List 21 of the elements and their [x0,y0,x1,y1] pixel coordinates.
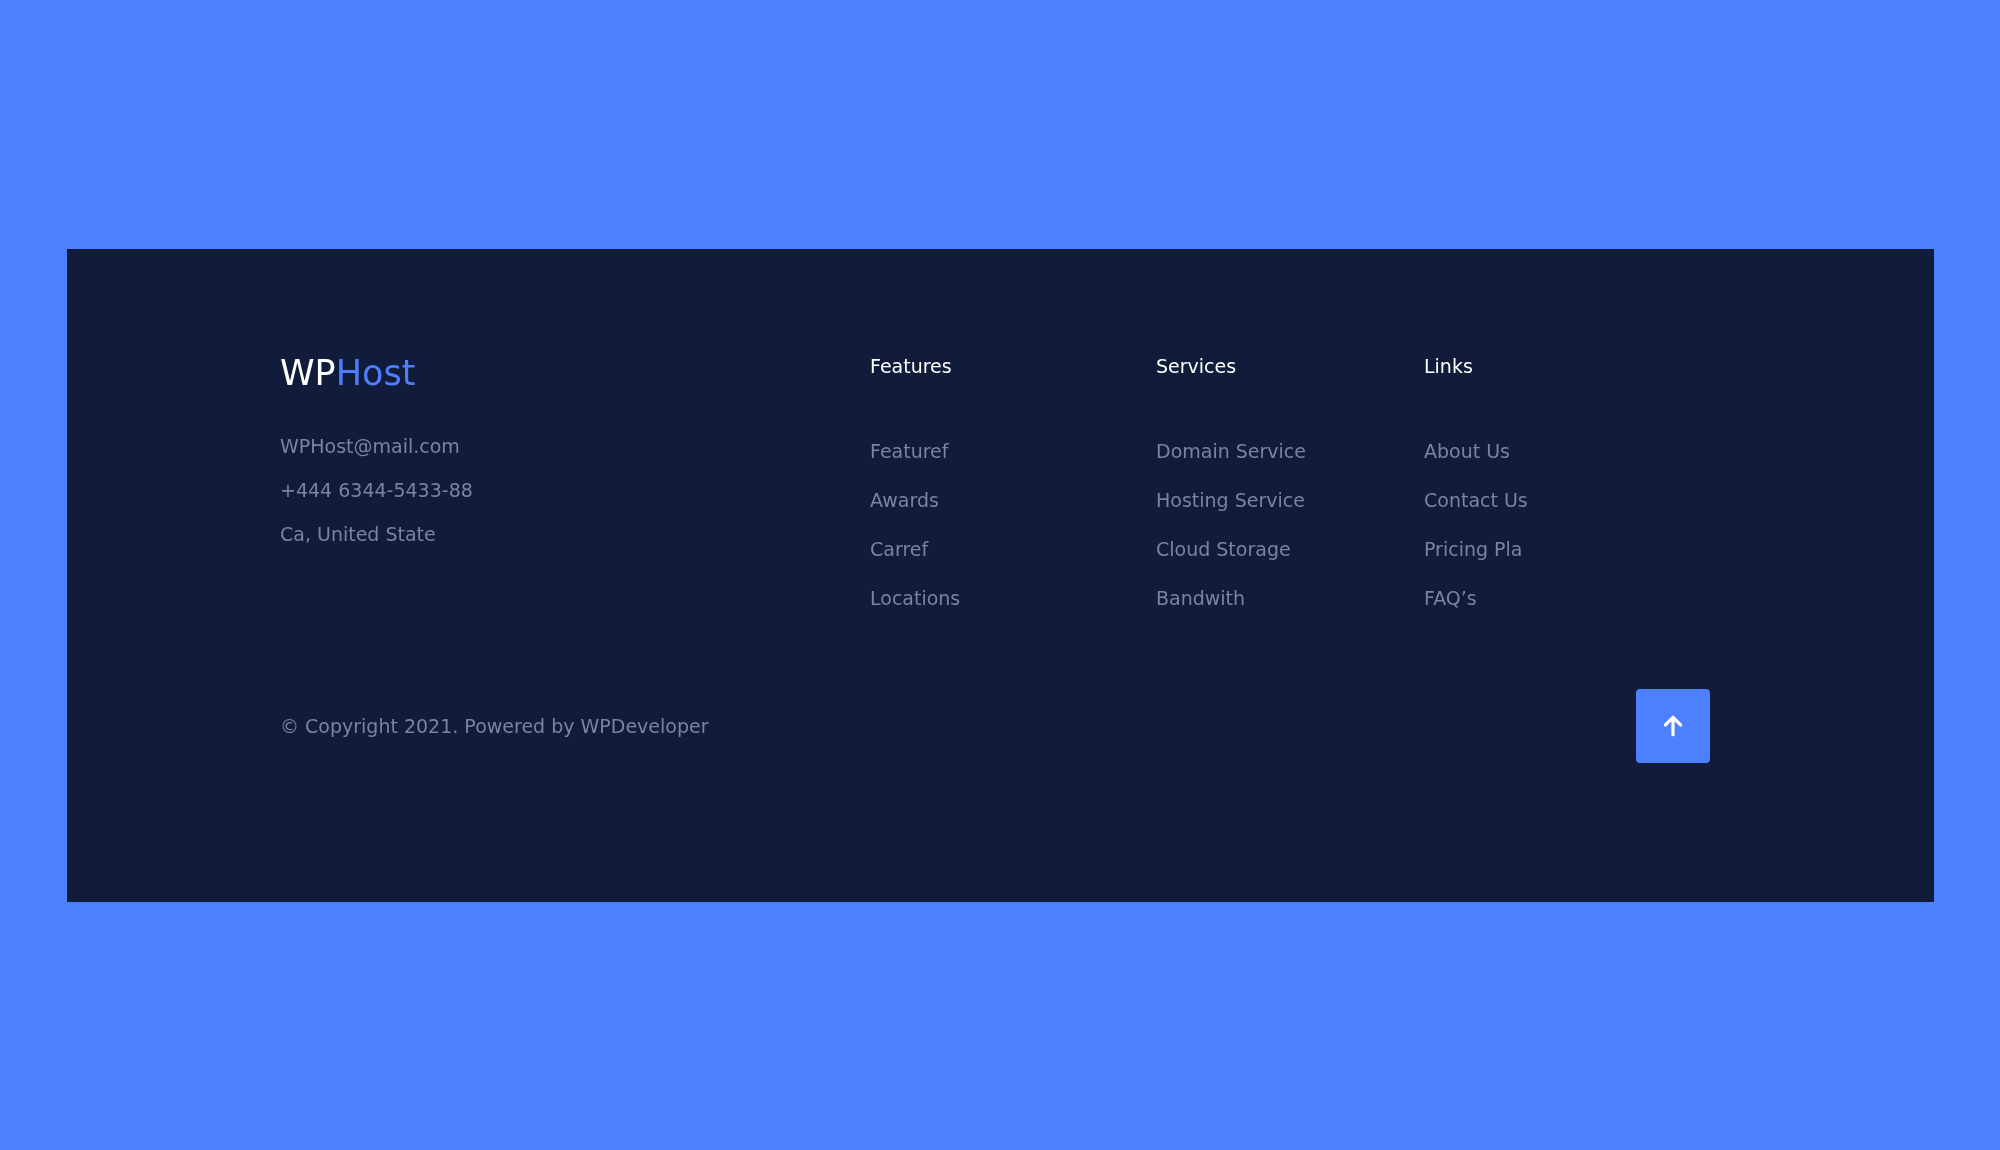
column-heading: Links [1424,354,1473,379]
footer-link[interactable]: FAQ’s [1424,583,1477,613]
copyright-text: © Copyright 2021. Powered by WPDeveloper [280,713,709,739]
footer-link[interactable]: Contact Us [1424,485,1528,515]
column-heading: Features [870,354,952,379]
contact-info: Ca, United State [280,522,436,547]
column-heading: Services [1156,354,1237,379]
footer-link[interactable]: Carref [870,534,929,564]
contact-info: WPHost@mail.com [280,434,460,459]
contact-info: +444 6344-5433-88 [280,478,473,503]
footer-link[interactable]: Bandwith [1156,583,1246,613]
footer-link[interactable]: Awards [870,485,939,515]
footer-link[interactable]: Cloud Storage [1156,534,1291,564]
footer-link[interactable]: About Us [1424,436,1511,466]
footer-link[interactable]: Locations [870,583,961,613]
back-to-top-button[interactable] [1636,689,1710,763]
footer-link[interactable]: Pricing Pla [1424,534,1523,564]
footer-link[interactable]: Featuref [870,436,949,466]
footer-link[interactable]: Hosting Service [1156,485,1305,515]
footer-link[interactable]: Domain Service [1156,436,1306,466]
logo[interactable]: WPHost [280,349,416,397]
